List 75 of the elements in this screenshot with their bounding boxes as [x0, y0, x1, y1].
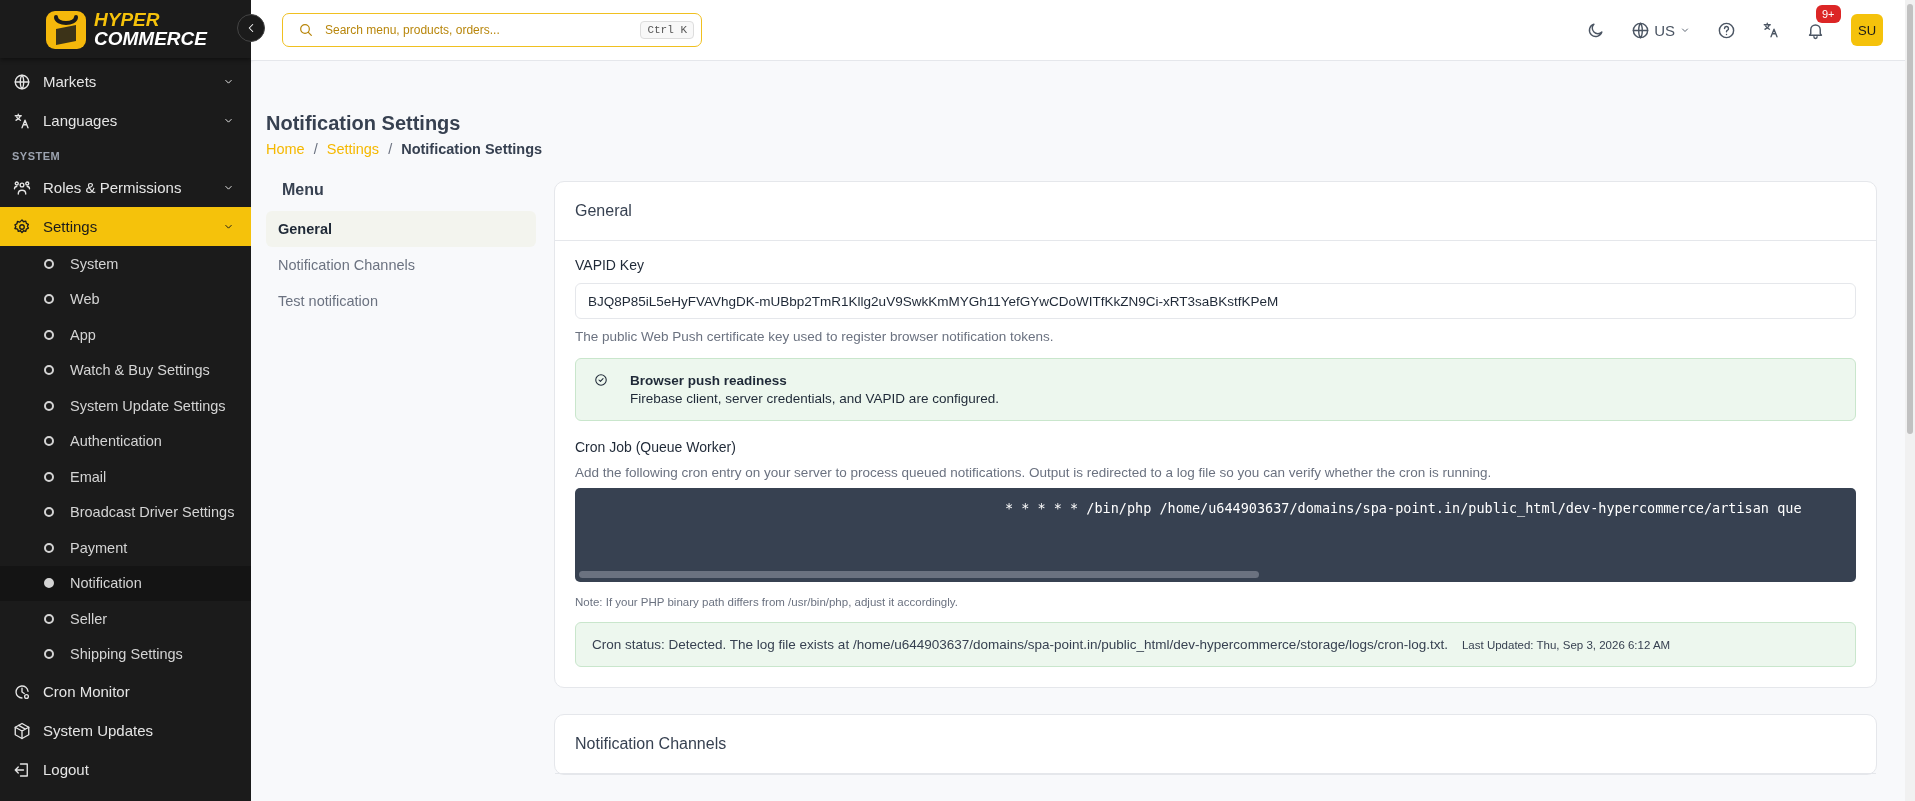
- note-text: Note: If your PHP binary path differs from /usr/bin/php, adjust it accordingly.: [575, 596, 959, 608]
- bullet-icon: [44, 258, 54, 269]
- sidebar-item[interactable]: Logout: [0, 750, 251, 789]
- sidebar-subitem[interactable]: System: [0, 246, 251, 282]
- bullet-icon: [44, 507, 54, 518]
- description-text: Add the following cron entry on your server to process queued notifications. Output is redirected to a log file so you can verify whether the cron is running.: [575, 465, 1493, 480]
- logo-text: HYPER: [94, 10, 161, 29]
- breadcrumb-separator: /: [388, 141, 393, 157]
- breadcrumb-separator: /: [313, 141, 318, 157]
- bullet-icon: [44, 649, 54, 660]
- card-title: Notification Channels: [555, 715, 1876, 774]
- bullet-icon: [44, 365, 54, 376]
- notification-badge: 9+: [1816, 4, 1841, 23]
- sidebar-subitem[interactable]: Broadcast Driver Settings: [0, 494, 251, 530]
- sidebar-subitem[interactable]: Seller: [0, 601, 251, 637]
- sidebar-item[interactable]: Markets: [0, 62, 251, 101]
- cube-icon: [13, 721, 31, 740]
- field-label: Cron Job (Queue Worker): [575, 439, 737, 455]
- bullet-icon: [44, 436, 54, 447]
- globe-icon: [13, 72, 31, 91]
- help-icon: [1717, 20, 1736, 40]
- settings-menu-item[interactable]: General: [266, 211, 536, 247]
- bullet-icon: [44, 400, 54, 411]
- bullet-icon: [44, 471, 54, 482]
- page-scrollbar[interactable]: [1905, 0, 1915, 801]
- help-text: The public Web Push certificate key used to register browser notification tokens.: [575, 329, 1055, 344]
- sidebar-item[interactable]: Roles & Permissions: [0, 168, 251, 207]
- alert-text: Firebase client, server credentials, and VAPID are configured.: [630, 391, 999, 406]
- bullet-icon: [44, 294, 54, 305]
- menu-title: Menu: [281, 181, 325, 199]
- people-icon: [13, 178, 31, 197]
- vapid-key-field[interactable]: BJQ8P85iL5eHyFVAVhgDK-mUBbp2TmR1Kllg2uV9SwkKmMYGh11YefGYwCDoWITfKkZN9Ci-xRT3saBKstfKPeM: [575, 283, 1856, 319]
- sidebar-subitem[interactable]: Payment: [0, 530, 251, 566]
- card-title: General: [555, 182, 1876, 241]
- help-button[interactable]: [1717, 20, 1736, 40]
- bullet-icon: [44, 329, 54, 340]
- globe-icon: [1631, 20, 1651, 40]
- gear-icon: [13, 217, 31, 236]
- sidebar-item[interactable]: System Updates: [0, 711, 251, 750]
- clock-icon: [13, 682, 31, 701]
- sidebar-subitem[interactable]: Watch & Buy Settings: [0, 352, 251, 388]
- logo-text: COMMERCE: [94, 29, 207, 48]
- cron-command: * * * * * /bin/php /home/u644903637/domains/spa-point.in/public_html/dev-hypercommerce/artisan que: [1005, 500, 1803, 516]
- sidebar-subitem[interactable]: App: [0, 317, 251, 353]
- sidebar-item[interactable]: Settings: [0, 207, 251, 246]
- language-button[interactable]: US: [1631, 20, 1691, 40]
- sidebar-subitem[interactable]: System Update Settings: [0, 388, 251, 424]
- check-circle-icon: [594, 373, 608, 387]
- sidebar-item[interactable]: Cron Monitor: [0, 672, 251, 711]
- shortcut-hint: Ctrl K: [640, 21, 694, 39]
- logout-icon: [13, 760, 31, 779]
- alert-title: Browser push readiness: [630, 373, 788, 388]
- sidebar-subitem[interactable]: Notification: [0, 565, 251, 601]
- bullet-icon: [44, 613, 54, 624]
- translate-button[interactable]: [1762, 21, 1780, 39]
- sidebar-item[interactable]: Languages: [0, 101, 251, 140]
- search-icon: [298, 22, 314, 38]
- bullet-icon: [44, 542, 54, 553]
- sidebar-subitem[interactable]: Email: [0, 459, 251, 495]
- sidebar-subitem[interactable]: Web: [0, 281, 251, 317]
- section-heading: SYSTEM: [11, 149, 62, 164]
- status-text: Cron status: Detected. The log file exists at /home/u644903637/domains/spa-point.in/public_html/dev-hypercommerce/storage/logs/cron-log.txt.: [592, 637, 1448, 652]
- settings-menu-item[interactable]: Test notification: [266, 283, 536, 319]
- last-updated-text: Last Updated: Thu, Sep 3, 2026 6:12 AM: [1461, 638, 1671, 651]
- scrollbar-thumb[interactable]: [579, 571, 1259, 578]
- settings-menu-item[interactable]: Notification Channels: [266, 247, 536, 283]
- page-title: Notification Settings: [266, 112, 462, 135]
- translate-icon: [13, 111, 31, 130]
- user-avatar[interactable]: SU: [1851, 14, 1883, 46]
- translate-icon: [1762, 21, 1780, 39]
- field-label: VAPID Key: [575, 257, 645, 273]
- breadcrumb-current: Notification Settings: [401, 141, 543, 157]
- bullet-icon: [44, 578, 54, 589]
- sidebar-subitem[interactable]: Shipping Settings: [0, 636, 251, 672]
- sidebar-subitem[interactable]: Authentication: [0, 423, 251, 459]
